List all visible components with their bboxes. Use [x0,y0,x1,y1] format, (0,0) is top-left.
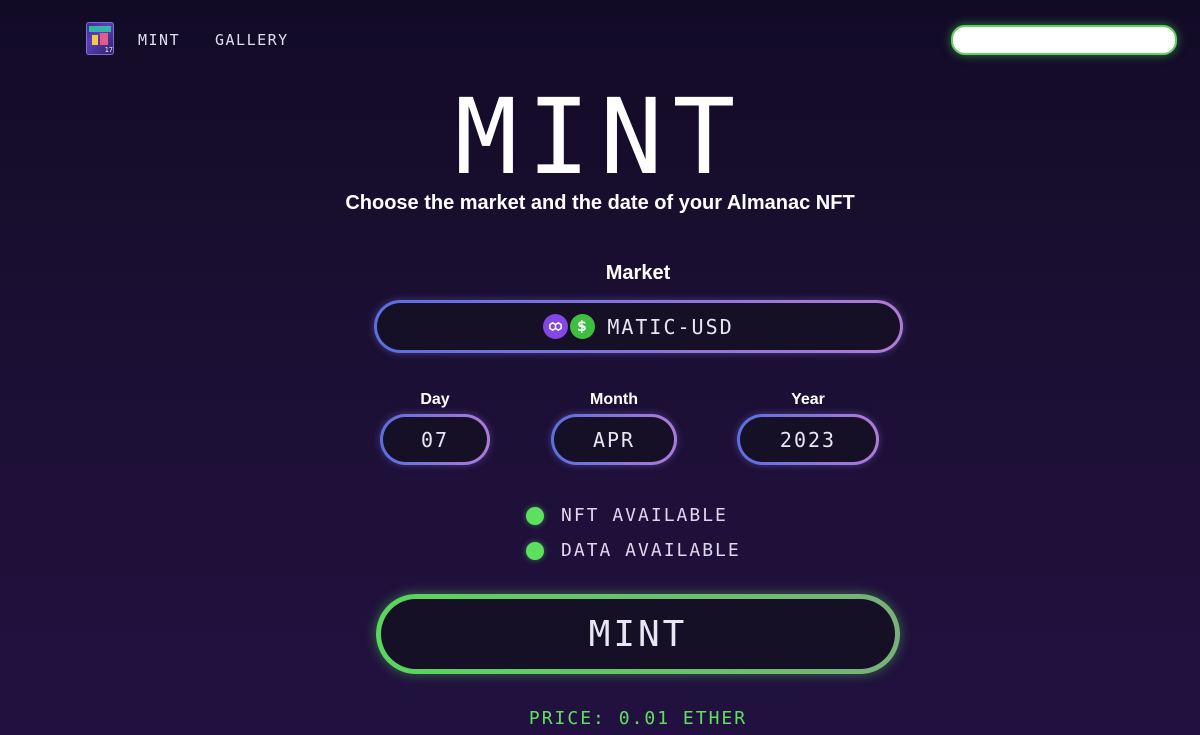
year-select[interactable]: 2023 [737,414,879,465]
mint-button[interactable]: MINT [376,594,900,674]
app-logo[interactable]: 17 [86,22,114,55]
status-label: DATA AVAILABLE [561,540,741,561]
status-label: NFT AVAILABLE [561,505,728,526]
status-dot-icon [526,506,544,525]
day-value: 07 [420,427,450,452]
price-label: PRICE: 0.01 ETHER [528,708,748,729]
day-label: Day [420,391,450,408]
page-title: MINT [454,76,746,198]
polygon-icon [543,314,569,339]
month-value: APR [592,427,636,452]
month-select[interactable]: APR [551,414,677,465]
status-dot-icon [526,541,544,560]
nav-link-mint[interactable]: MINT [138,31,180,49]
day-select[interactable]: 07 [380,414,490,465]
nft-availability-status: NFT AVAILABLE [526,505,728,526]
connect-wallet-button[interactable] [951,25,1177,55]
month-label: Month [590,391,638,408]
logo-bar-1 [89,26,111,32]
market-label: Market [605,262,671,284]
year-value: 2023 [779,427,837,452]
market-select[interactable]: $ MATIC-USD [374,300,903,353]
page-subtitle: Choose the market and the date of your A… [345,192,855,214]
logo-number: 17 [104,46,113,54]
logo-bar-2 [92,35,98,45]
year-label: Year [791,391,825,408]
nav-link-gallery[interactable]: GALLERY [215,31,289,49]
data-availability-status: DATA AVAILABLE [526,540,741,561]
polygon-icon-svg [549,321,563,332]
logo-bar-3 [100,33,108,45]
market-value: MATIC-USD [607,314,734,339]
dollar-icon: $ [570,314,596,339]
